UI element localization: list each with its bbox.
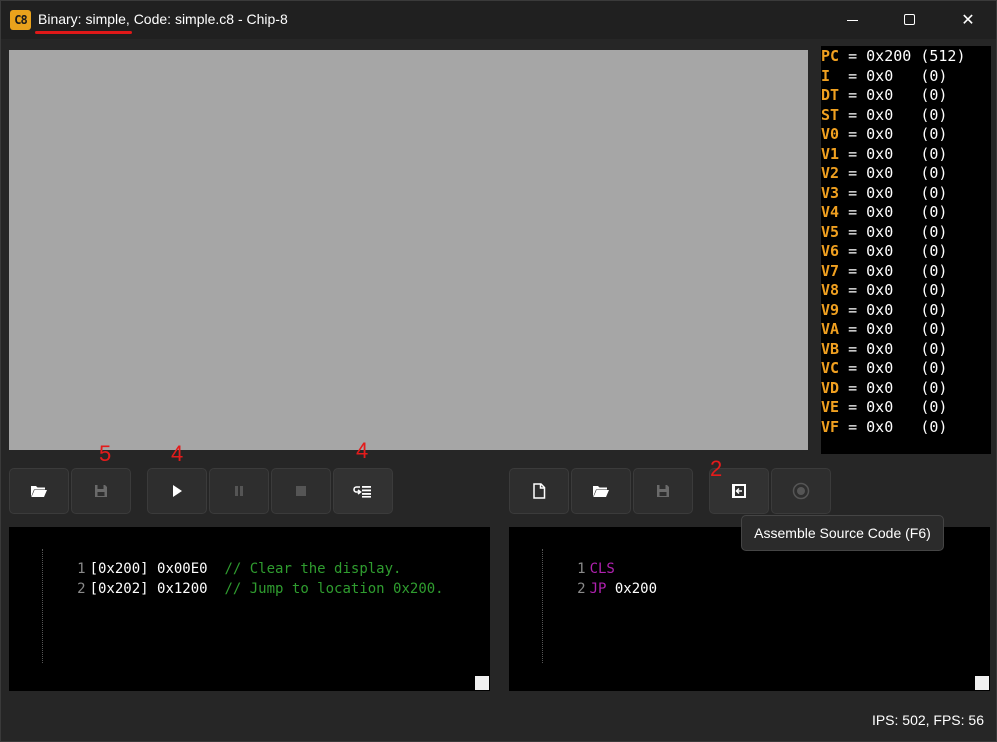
- register-row: V8 = 0x0 (0): [821, 281, 948, 299]
- register-row: PC = 0x200 (512): [821, 47, 966, 65]
- save-source-button[interactable]: [633, 468, 693, 514]
- new-source-button[interactable]: [509, 468, 569, 514]
- register-row: VE = 0x0 (0): [821, 398, 948, 416]
- record-button[interactable]: [771, 468, 831, 514]
- source-line: 1 CLS: [577, 561, 615, 577]
- assemble-tooltip: Assemble Source Code (F6): [741, 515, 944, 551]
- register-row: DT = 0x0 (0): [821, 86, 948, 104]
- pause-icon: [235, 486, 243, 496]
- source-editor[interactable]: 1 CLS 2 JP 0x200: [509, 527, 990, 691]
- register-row: V0 = 0x0 (0): [821, 125, 948, 143]
- disassembly-editor[interactable]: 1 [0x200] 0x00E0 // Clear the display. 2[…: [9, 527, 490, 691]
- maximize-icon: [904, 14, 915, 25]
- annotation-4-run: 4: [171, 441, 184, 466]
- folder-open-icon: [31, 486, 47, 497]
- open-source-button[interactable]: [571, 468, 631, 514]
- folder-open-icon: [593, 486, 609, 497]
- register-row: V4 = 0x0 (0): [821, 203, 948, 221]
- chip8-window: C8 Binary: simple, Code: simple.c8 - Chi…: [0, 0, 997, 742]
- new-file-icon: [533, 483, 546, 499]
- save-icon: [657, 485, 669, 497]
- title-annotation-underline: [35, 31, 132, 34]
- resize-grip[interactable]: [475, 676, 489, 690]
- annotation-4-step: 4: [356, 438, 369, 463]
- step-icon: [353, 486, 371, 498]
- disassembly-line: 1 [0x200] 0x00E0 // Clear the display.: [77, 561, 402, 577]
- run-button[interactable]: [147, 468, 207, 514]
- pause-button[interactable]: [209, 468, 269, 514]
- chip8-display: [9, 50, 808, 450]
- resize-grip[interactable]: [975, 676, 989, 690]
- disassembly-line: 2 [0x202] 0x1200 // Jump to location 0x20…: [77, 581, 444, 597]
- annotation-5: 5: [99, 441, 112, 466]
- minimize-icon: [847, 20, 858, 21]
- registers-panel: PC = 0x200 (512) I = 0x0 (0) DT = 0x0 (0…: [821, 46, 991, 454]
- register-row: VF = 0x0 (0): [821, 417, 948, 436]
- save-binary-button[interactable]: [71, 468, 131, 514]
- annotation-2: 2: [710, 456, 723, 481]
- window-title: Binary: simple, Code: simple.c8 - Chip-8: [38, 11, 288, 27]
- register-row: V5 = 0x0 (0): [821, 222, 948, 241]
- register-row: V1 = 0x0 (0): [821, 144, 948, 163]
- record-icon: [792, 482, 810, 500]
- minimize-button[interactable]: [823, 1, 881, 39]
- register-row: VB = 0x0 (0): [821, 339, 948, 358]
- register-row: V3 = 0x0 (0): [821, 183, 948, 202]
- register-row: V7 = 0x0 (0): [821, 261, 948, 280]
- save-icon: [95, 485, 107, 497]
- register-row: VA = 0x0 (0): [821, 320, 948, 338]
- title-bar: C8 Binary: simple, Code: simple.c8 - Chi…: [1, 1, 996, 39]
- register-row: V6 = 0x0 (0): [821, 242, 948, 260]
- source-line: 2 JP 0x200: [577, 581, 658, 597]
- register-row: ST = 0x0 (0): [821, 105, 948, 124]
- app-icon: C8: [10, 10, 31, 30]
- register-row: I = 0x0 (0): [821, 66, 948, 85]
- stop-icon: [296, 486, 306, 496]
- register-row: VC = 0x0 (0): [821, 359, 948, 377]
- open-binary-button[interactable]: [9, 468, 69, 514]
- status-text: IPS: 502, FPS: 56: [871, 712, 984, 728]
- close-button[interactable]: ✕: [939, 1, 997, 39]
- register-row: V2 = 0x0 (0): [821, 164, 948, 182]
- assemble-icon: [732, 484, 746, 498]
- stop-button[interactable]: [271, 468, 331, 514]
- register-row: VD = 0x0 (0): [821, 378, 948, 397]
- register-row: V9 = 0x0 (0): [821, 300, 948, 319]
- step-button[interactable]: [333, 468, 393, 514]
- play-icon: [173, 485, 182, 497]
- close-icon: ✕: [961, 10, 975, 29]
- maximize-button[interactable]: [881, 1, 939, 39]
